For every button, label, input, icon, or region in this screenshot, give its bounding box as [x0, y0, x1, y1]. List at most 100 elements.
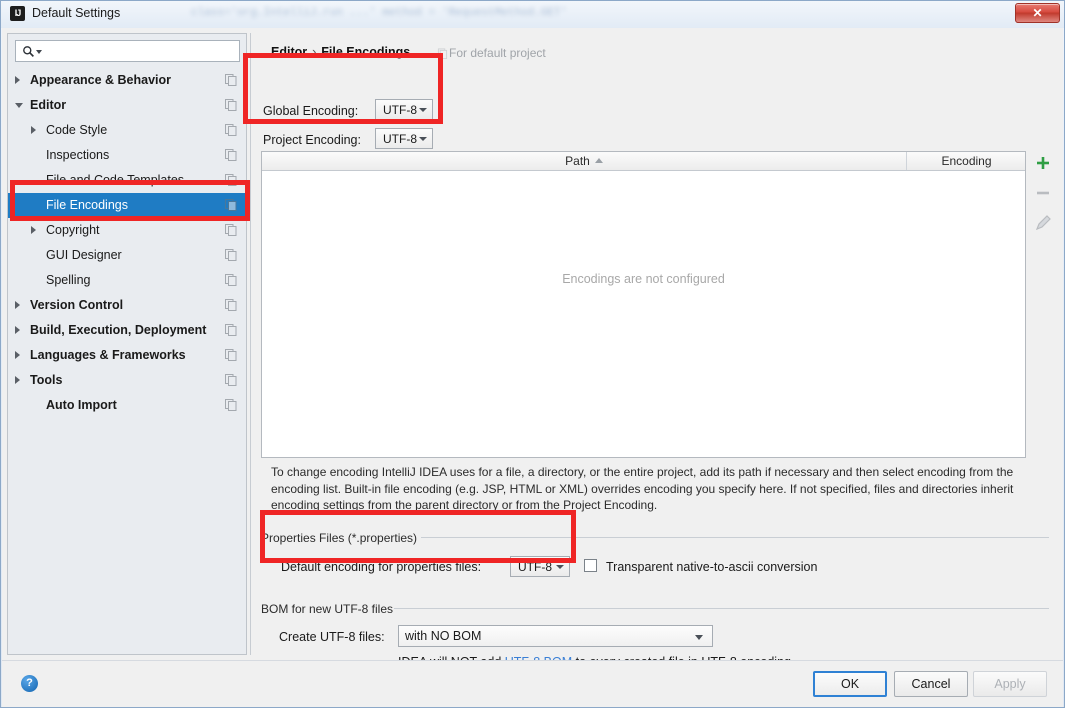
chevron-right-icon[interactable] — [15, 326, 20, 334]
global-encoding-dropdown[interactable]: UTF-8 — [375, 99, 433, 120]
chevron-right-icon[interactable] — [31, 126, 36, 134]
breadcrumb-root[interactable]: Editor — [271, 45, 307, 59]
chevron-down-icon — [419, 108, 427, 112]
sidebar-item-code-style[interactable]: Code Style — [8, 118, 246, 143]
add-row-button[interactable] — [1031, 151, 1055, 175]
sidebar-item-auto-import[interactable]: Auto Import — [8, 393, 246, 418]
sidebar-item-label: File and Code Templates — [46, 173, 185, 187]
copy-settings-icon[interactable] — [225, 324, 237, 336]
encodings-table[interactable]: Path Encoding Encodings are not configur… — [261, 151, 1026, 458]
sidebar-item-label: Editor — [30, 98, 67, 112]
sidebar-item-version-control[interactable]: Version Control — [8, 293, 246, 318]
help-icon[interactable]: ? — [21, 675, 38, 692]
sidebar-item-file-and-code-templates[interactable]: File and Code Templates — [8, 168, 246, 193]
copy-settings-icon[interactable] — [225, 124, 237, 136]
copy-settings-icon[interactable] — [225, 349, 237, 361]
copy-settings-icon[interactable] — [225, 99, 237, 111]
copy-settings-icon[interactable] — [225, 224, 237, 236]
dialog-button-bar: ? OK Cancel Apply — [2, 660, 1063, 707]
sidebar-item-label: Languages & Frameworks — [30, 348, 186, 362]
chevron-right-icon[interactable] — [31, 226, 36, 234]
native-ascii-checkbox[interactable] — [584, 559, 597, 572]
remove-row-button — [1031, 181, 1055, 205]
encodings-description: To change encoding IntelliJ IDEA uses fo… — [271, 465, 1014, 512]
copy-settings-icon[interactable] — [225, 149, 237, 161]
bom-create-dropdown[interactable]: with NO BOM — [398, 625, 713, 647]
project-scope-icon — [437, 48, 448, 59]
search-options-chevron-down-icon[interactable] — [36, 50, 42, 54]
sidebar-item-inspections[interactable]: Inspections — [8, 143, 246, 168]
copy-settings-icon[interactable] — [225, 399, 237, 411]
sidebar-item-appearance-behavior[interactable]: Appearance & Behavior — [8, 68, 246, 93]
table-header-row: Path Encoding — [262, 152, 1025, 171]
sidebar-item-label: GUI Designer — [46, 248, 122, 262]
sidebar-item-spelling[interactable]: Spelling — [8, 268, 246, 293]
window-frame: IJ Default Settings class='org.IntelliJ.… — [0, 0, 1065, 708]
breadcrumb: Editor › File Encodings — [271, 45, 410, 59]
sidebar-item-label: File Encodings — [46, 198, 128, 212]
sidebar-item-build-execution-deployment[interactable]: Build, Execution, Deployment — [8, 318, 246, 343]
chevron-right-icon[interactable] — [15, 301, 20, 309]
cancel-button[interactable]: Cancel — [894, 671, 968, 697]
column-header-path[interactable]: Path — [262, 152, 907, 170]
copy-settings-icon[interactable] — [225, 199, 237, 211]
sort-ascending-icon — [594, 158, 603, 163]
close-icon[interactable]: ✕ — [1015, 3, 1060, 23]
copy-settings-icon[interactable] — [225, 74, 237, 86]
chevron-right-icon[interactable] — [15, 351, 20, 359]
chevron-right-icon[interactable] — [15, 76, 20, 84]
chevron-down-icon — [556, 565, 564, 569]
scope-note: For default project — [449, 46, 546, 60]
sidebar-item-tools[interactable]: Tools — [8, 368, 246, 393]
background-blurred-text: class='org.IntelliJ.run ...' method = 'R… — [191, 7, 568, 19]
bom-group-divider — [394, 608, 1049, 609]
properties-group-title: Properties Files (*.properties) — [261, 531, 424, 545]
pencil-icon — [1035, 215, 1051, 231]
properties-encoding-value: UTF-8 — [518, 560, 552, 574]
sidebar-item-gui-designer[interactable]: GUI Designer — [8, 243, 246, 268]
edit-row-button — [1031, 211, 1055, 235]
project-encoding-dropdown[interactable]: UTF-8 — [375, 128, 433, 149]
sidebar-item-languages-frameworks[interactable]: Languages & Frameworks — [8, 343, 246, 368]
settings-content-pane: Editor › File Encodings For default projec… — [250, 33, 1058, 669]
bom-create-label: Create UTF-8 files: — [279, 630, 385, 644]
breadcrumb-leaf: File Encodings — [321, 45, 411, 59]
global-encoding-value: UTF-8 — [383, 103, 417, 117]
chevron-down-icon[interactable] — [15, 103, 23, 112]
sidebar-item-copyright[interactable]: Copyright — [8, 218, 246, 243]
sidebar-item-label: Copyright — [46, 223, 100, 237]
properties-encoding-dropdown[interactable]: UTF-8 — [510, 556, 570, 577]
sidebar-item-file-encodings[interactable]: File Encodings — [8, 193, 246, 218]
title-bar: IJ Default Settings class='org.IntelliJ.… — [1, 1, 1064, 28]
project-encoding-label: Project Encoding: — [263, 133, 361, 147]
chevron-down-icon — [695, 635, 703, 640]
table-empty-message: Encodings are not configured — [562, 272, 725, 286]
search-field[interactable] — [15, 40, 240, 62]
search-input[interactable] — [44, 43, 234, 60]
copy-settings-icon[interactable] — [225, 249, 237, 261]
copy-settings-icon[interactable] — [225, 299, 237, 311]
apply-button: Apply — [973, 671, 1047, 697]
sidebar-item-label: Spelling — [46, 273, 91, 287]
sidebar-item-label: Auto Import — [46, 398, 117, 412]
sidebar-item-editor[interactable]: Editor — [8, 93, 246, 118]
settings-sidebar: Appearance & Behavior Editor Code Style Ins… — [7, 33, 247, 655]
copy-settings-icon[interactable] — [225, 174, 237, 186]
sidebar-item-label: Code Style — [46, 123, 108, 137]
table-toolbar — [1029, 151, 1057, 458]
copy-settings-icon[interactable] — [225, 274, 237, 286]
breadcrumb-separator: › — [312, 45, 317, 59]
properties-encoding-label: Default encoding for properties files: — [281, 560, 482, 574]
copy-settings-icon[interactable] — [225, 374, 237, 386]
sidebar-item-label: Inspections — [46, 148, 110, 162]
chevron-down-icon — [419, 137, 427, 141]
sidebar-item-label: Tools — [30, 373, 63, 387]
bom-group-title: BOM for new UTF-8 files — [261, 602, 400, 616]
native-ascii-label[interactable]: Transparent native-to-ascii conversion — [606, 560, 817, 574]
column-header-encoding[interactable]: Encoding — [908, 152, 1025, 170]
column-header-path-label: Path — [565, 154, 590, 168]
properties-group-divider — [421, 537, 1049, 538]
chevron-right-icon[interactable] — [15, 376, 20, 384]
ok-button[interactable]: OK — [813, 671, 887, 697]
settings-tree: Appearance & Behavior Editor Code Style Ins… — [8, 68, 246, 654]
